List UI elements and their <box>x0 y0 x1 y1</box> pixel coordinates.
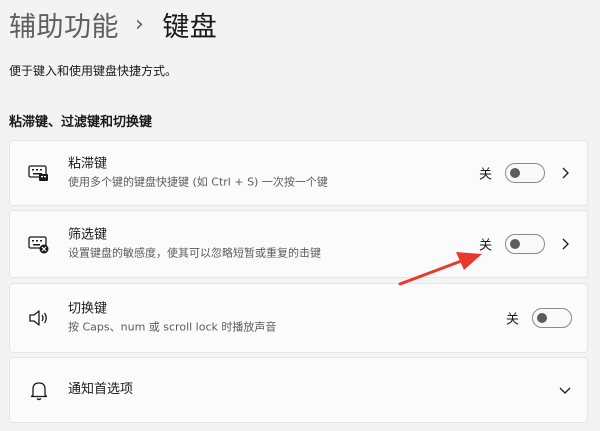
chevron-right-icon[interactable] <box>558 166 572 180</box>
filter-keys-card[interactable]: 筛选键 设置键盘的敏感度，使其可以忽略短暂或重复的击键 关 <box>9 210 588 278</box>
sticky-keys-subtitle: 使用多个键的键盘快捷键 (如 Ctrl + S) 一次按一个键 <box>68 175 328 189</box>
page-title: 键盘 <box>162 11 218 43</box>
filter-keys-title: 筛选键 <box>68 227 108 243</box>
filter-keys-icon <box>28 236 49 254</box>
page-description: 便于键入和使用键盘快捷方式。 <box>9 64 178 78</box>
toggle-keys-toggle[interactable] <box>532 308 572 328</box>
notification-preferences-card[interactable]: 通知首选项 <box>9 357 588 423</box>
notification-preferences-title: 通知首选项 <box>68 382 134 397</box>
bell-icon <box>30 382 48 401</box>
speaker-icon <box>29 310 47 326</box>
breadcrumb-parent[interactable]: 辅助功能 <box>9 5 119 44</box>
chevron-down-icon[interactable] <box>558 383 572 397</box>
breadcrumb: 辅助功能 › 键盘 <box>9 2 217 46</box>
annotation-arrow-icon <box>398 252 482 286</box>
sticky-keys-title: 粘滞键 <box>68 156 108 172</box>
breadcrumb-separator: › <box>135 11 145 37</box>
toggle-keys-subtitle: 按 Caps、num 或 scroll lock 时播放声音 <box>68 320 277 334</box>
toggle-keys-state: 关 <box>506 312 520 328</box>
filter-keys-toggle[interactable] <box>505 234 545 254</box>
sticky-keys-state: 关 <box>479 167 493 183</box>
filter-keys-subtitle: 设置键盘的敏感度，使其可以忽略短暂或重复的击键 <box>68 246 321 260</box>
toggle-knob <box>510 239 520 249</box>
sticky-keys-toggle[interactable] <box>505 163 545 183</box>
section-title: 粘滞键、过滤键和切换键 <box>9 115 153 130</box>
chevron-right-icon[interactable] <box>558 237 572 251</box>
toggle-knob <box>510 168 520 178</box>
toggle-keys-title: 切换键 <box>68 301 108 317</box>
toggle-keys-card: 切换键 按 Caps、num 或 scroll lock 时播放声音 关 <box>9 283 588 353</box>
sticky-keys-card[interactable]: 粘滞键 使用多个键的键盘快捷键 (如 Ctrl + S) 一次按一个键 关 <box>9 140 588 206</box>
toggle-knob <box>537 313 547 323</box>
sticky-keys-icon <box>28 165 48 181</box>
